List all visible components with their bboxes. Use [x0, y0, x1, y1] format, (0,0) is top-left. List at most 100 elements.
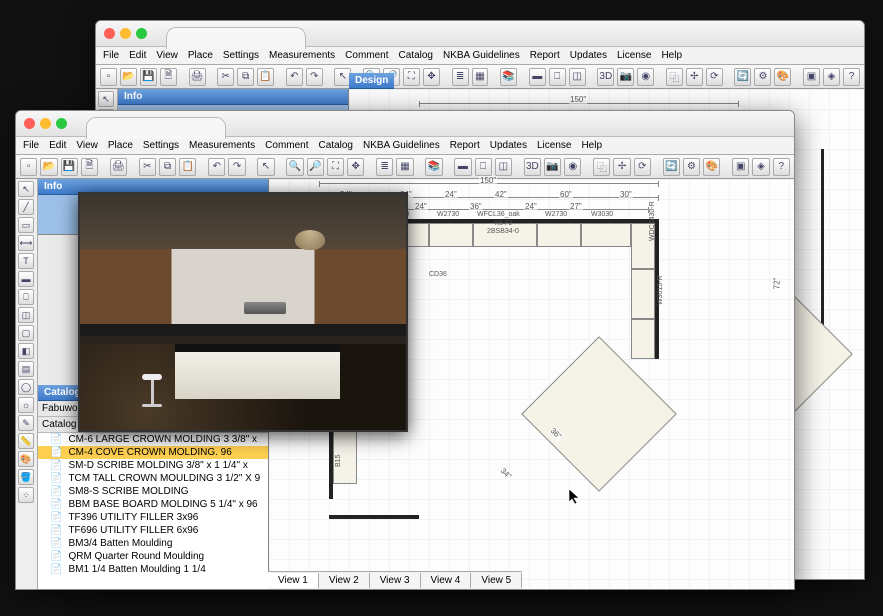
minimize-icon[interactable] [120, 28, 131, 39]
catalog-item[interactable]: TCM TALL CROWN MOULDING 3 1/2" X 9 [38, 472, 268, 485]
menu-settings[interactable]: Settings [140, 140, 182, 151]
browser-tab[interactable] [166, 27, 306, 49]
menu-edit[interactable]: Edit [126, 50, 149, 61]
save-icon[interactable]: 💾 [140, 68, 157, 86]
line-icon[interactable]: ╱ [18, 199, 34, 215]
menu-view[interactable]: View [73, 140, 101, 151]
settings-icon[interactable]: ⚙ [754, 68, 771, 86]
browser-tab[interactable] [86, 117, 226, 139]
menu-license[interactable]: License [534, 140, 574, 151]
wall-tool-icon[interactable]: ▬ [18, 271, 34, 287]
refresh-icon[interactable]: 🔄 [734, 68, 751, 86]
menu-report[interactable]: Report [527, 50, 563, 61]
grid-icon[interactable]: ▦ [396, 158, 413, 176]
menu-report[interactable]: Report [447, 140, 483, 151]
catalog-item[interactable]: QRM Quarter Round Moulding [38, 550, 268, 563]
zoom-in-icon[interactable]: 🔍 [286, 158, 303, 176]
menu-view[interactable]: View [153, 50, 181, 61]
text-icon[interactable]: T [18, 253, 34, 269]
file-new-icon[interactable]: ▫ [100, 68, 117, 86]
render-icon[interactable]: ◉ [564, 158, 581, 176]
menu-measurements[interactable]: Measurements [266, 50, 338, 61]
box-icon[interactable]: ▣ [803, 68, 820, 86]
dim-icon[interactable]: ⟷ [18, 235, 34, 251]
file-open-icon[interactable]: 📂 [120, 68, 137, 86]
copy-obj-icon[interactable]: ⿻ [666, 68, 683, 86]
zoom-fit-icon[interactable]: ⛶ [327, 158, 344, 176]
cabinet[interactable] [429, 223, 473, 247]
door-tool-icon[interactable]: ⎕ [18, 289, 34, 305]
cabinet[interactable] [631, 269, 655, 319]
view-tab-1[interactable]: View 1 [268, 573, 319, 588]
grid-icon[interactable]: ▦ [472, 68, 489, 86]
rect-icon[interactable]: ▭ [18, 217, 34, 233]
print-icon[interactable]: 🖨 [189, 68, 206, 86]
menu-help[interactable]: Help [658, 50, 685, 61]
menu-file[interactable]: File [100, 50, 122, 61]
layers-icon[interactable]: ≣ [376, 158, 393, 176]
view-tab-2[interactable]: View 2 [319, 573, 370, 588]
zoom-icon[interactable] [136, 28, 147, 39]
catalog-item[interactable]: TF696 UTILITY FILLER 6x96 [38, 524, 268, 537]
view-tab-4[interactable]: View 4 [421, 573, 472, 588]
menu-comment[interactable]: Comment [342, 50, 391, 61]
file-open-icon[interactable]: 📂 [40, 158, 57, 176]
pan-icon[interactable]: ✥ [423, 68, 440, 86]
3d-icon[interactable]: 3D [597, 68, 614, 86]
layers-icon[interactable]: ≣ [452, 68, 469, 86]
catalog-item[interactable]: BM1 1/4 Batten Moulding 1 1/4 [38, 563, 268, 576]
menu-nkba-guidelines[interactable]: NKBA Guidelines [360, 140, 443, 151]
menu-edit[interactable]: Edit [46, 140, 69, 151]
save-all-icon[interactable]: 🗎 [81, 158, 98, 176]
note-icon[interactable]: ✎ [18, 415, 34, 431]
settings-icon[interactable]: ⚙ [683, 158, 700, 176]
catalog-item[interactable]: BM3/4 Batten Moulding [38, 537, 268, 550]
color-icon[interactable]: 🎨 [774, 68, 791, 86]
view-tab-5[interactable]: View 5 [471, 573, 522, 588]
menu-file[interactable]: File [20, 140, 42, 151]
menu-place[interactable]: Place [105, 140, 136, 151]
window-icon[interactable]: ◫ [569, 68, 586, 86]
appliance-icon[interactable]: ◧ [18, 343, 34, 359]
door-icon[interactable]: ⎕ [549, 68, 566, 86]
copy-obj-icon[interactable]: ⿻ [593, 158, 610, 176]
copy-icon[interactable]: ⧉ [237, 68, 254, 86]
box-icon[interactable]: ▣ [732, 158, 749, 176]
rotate-icon[interactable]: ⟳ [706, 68, 723, 86]
catalog-icon[interactable]: 📚 [425, 158, 442, 176]
catalog-item[interactable]: BBM BASE BOARD MOLDING 5 1/4" x 96 [38, 498, 268, 511]
file-new-icon[interactable]: ▫ [20, 158, 37, 176]
eyedrop-icon[interactable]: ⁘ [18, 487, 34, 503]
measure-icon[interactable]: 📏 [18, 433, 34, 449]
cabinet-icon[interactable]: ▢ [18, 325, 34, 341]
refresh-icon[interactable]: 🔄 [663, 158, 680, 176]
3d-icon[interactable]: 3D [524, 158, 541, 176]
menu-updates[interactable]: Updates [567, 50, 610, 61]
cabinet-corner-diag[interactable] [521, 336, 677, 492]
print-icon[interactable]: 🖨 [110, 158, 127, 176]
view-tab-3[interactable]: View 3 [370, 573, 421, 588]
menu-license[interactable]: License [614, 50, 654, 61]
render-icon[interactable]: ◉ [637, 68, 654, 86]
move-icon[interactable]: ✢ [686, 68, 703, 86]
zoom-icon[interactable] [56, 118, 67, 129]
palette-icon[interactable]: 🎨 [18, 451, 34, 467]
rotate-icon[interactable]: ⟳ [634, 158, 651, 176]
paste-icon[interactable]: 📋 [179, 158, 196, 176]
menu-updates[interactable]: Updates [487, 140, 530, 151]
bucket-icon[interactable]: 🪣 [18, 469, 34, 485]
sink-icon[interactable]: ◯ [18, 379, 34, 395]
catalog-item[interactable]: CM-4 COVE CROWN MOLDING. 96 [38, 446, 268, 459]
paste-icon[interactable]: 📋 [257, 68, 274, 86]
copy-icon[interactable]: ⧉ [159, 158, 176, 176]
redo-icon[interactable]: ↷ [228, 158, 245, 176]
color-icon[interactable]: 🎨 [703, 158, 720, 176]
pointer-icon[interactable]: ↖ [98, 91, 114, 107]
cube-icon[interactable]: ◈ [752, 158, 769, 176]
catalog-item[interactable]: TF396 UTILITY FILLER 3x96 [38, 511, 268, 524]
menu-catalog[interactable]: Catalog [316, 140, 356, 151]
redo-icon[interactable]: ↷ [306, 68, 323, 86]
catalog-item[interactable]: CM-6 LARGE CROWN MOLDING 3 3/8" x [38, 433, 268, 446]
counter-icon[interactable]: ▤ [18, 361, 34, 377]
wall-icon[interactable]: ▬ [454, 158, 471, 176]
